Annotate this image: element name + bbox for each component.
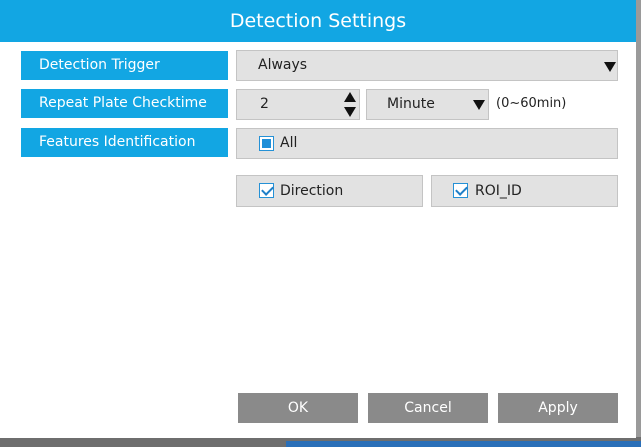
features-all-row[interactable]: All <box>236 128 618 159</box>
checktime-range-hint: (0~60min) <box>496 96 567 111</box>
detection-trigger-select[interactable]: Always <box>236 50 618 81</box>
features-identification-label: Features Identification <box>21 128 228 157</box>
direction-label: Direction <box>280 183 344 199</box>
partial-check-icon <box>262 139 271 148</box>
detection-trigger-label: Detection Trigger <box>21 51 228 80</box>
all-checkbox[interactable] <box>259 136 274 151</box>
background-highlight <box>286 441 641 447</box>
dialog-title: Detection Settings <box>229 10 407 32</box>
dialog-title-bar: Detection Settings <box>0 0 636 42</box>
checktime-stepper[interactable]: 2 <box>236 89 360 120</box>
cancel-button[interactable]: Cancel <box>368 393 488 423</box>
direction-checkbox[interactable] <box>259 183 274 198</box>
detection-settings-dialog: Detection Settings Detection Trigger Alw… <box>0 0 636 438</box>
checktime-unit-value: Minute <box>387 96 435 112</box>
roi-id-label: ROI_ID <box>475 183 522 199</box>
stepper-up-icon[interactable] <box>344 92 356 102</box>
roi-id-checkbox[interactable] <box>453 183 468 198</box>
stepper-down-icon[interactable] <box>344 107 356 117</box>
apply-button[interactable]: Apply <box>498 393 618 423</box>
repeat-plate-checktime-label: Repeat Plate Checktime <box>21 89 228 118</box>
chevron-down-icon <box>604 62 616 72</box>
ok-button[interactable]: OK <box>238 393 358 423</box>
detection-trigger-value: Always <box>258 57 308 73</box>
direction-option[interactable]: Direction <box>236 175 423 207</box>
roi-id-option[interactable]: ROI_ID <box>431 175 618 207</box>
all-checkbox-label: All <box>280 135 298 151</box>
checktime-value: 2 <box>260 96 269 112</box>
checktime-unit-select[interactable]: Minute <box>366 89 489 120</box>
chevron-down-icon <box>473 100 485 110</box>
